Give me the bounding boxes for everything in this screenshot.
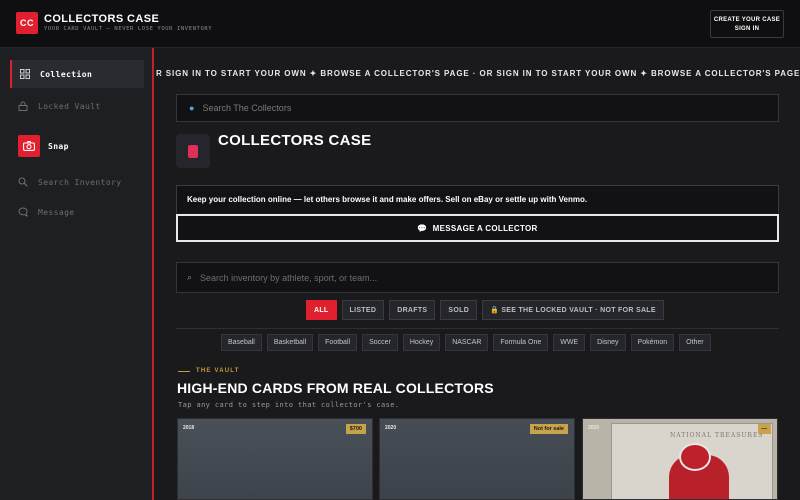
sport-filter-bar: Baseball Basketball Football Soccer Hock… bbox=[221, 334, 711, 351]
sport-other[interactable]: Other bbox=[679, 334, 711, 351]
sport-wwe[interactable]: WWE bbox=[553, 334, 586, 351]
card-icon bbox=[176, 134, 210, 168]
vault-title: HIGH-END CARDS FROM REAL COLLECTORS bbox=[177, 380, 494, 396]
sidebar-item-label: Message bbox=[38, 207, 75, 217]
brand-title: COLLECTORS CASE bbox=[44, 13, 160, 25]
sport-nascar[interactable]: NASCAR bbox=[445, 334, 489, 351]
announcement-ticker: R SIGN IN TO START YOUR OWN ✦ BROWSE A C… bbox=[156, 69, 800, 78]
price-badge: $700 bbox=[345, 424, 366, 434]
sidebar-item-collection[interactable]: Collection bbox=[10, 60, 144, 88]
vault-section-label: THE VAULT bbox=[178, 368, 240, 374]
sidebar-item-label: Collection bbox=[40, 69, 93, 79]
collector-search-placeholder: Search The Collectors bbox=[202, 103, 292, 113]
status-filter-bar: ALL LISTED DRAFTS SOLD 🔒 SEE THE LOCKED … bbox=[306, 300, 664, 320]
sport-basketball[interactable]: Basketball bbox=[266, 334, 314, 351]
brand-logo[interactable]: CC bbox=[16, 12, 38, 34]
sport-soccer[interactable]: Soccer bbox=[362, 334, 398, 351]
lock-icon bbox=[18, 101, 28, 111]
chat-icon bbox=[18, 207, 28, 217]
card-year: 2020 bbox=[385, 425, 397, 431]
sidebar: Collection Locked Vault Snap Search Inve… bbox=[0, 48, 154, 500]
message-collector-button[interactable]: 💬 MESSAGE A COLLECTOR bbox=[176, 214, 779, 242]
inventory-search-placeholder: Search inventory by athlete, sport, or t… bbox=[200, 272, 378, 283]
vault-card[interactable]: 2020 Not for sale bbox=[379, 418, 575, 500]
sidebar-item-label: Snap bbox=[48, 141, 69, 151]
create-case-label: CREATE YOUR CASE bbox=[713, 16, 781, 23]
search-icon: ⌕ bbox=[187, 272, 193, 282]
sport-pokemon[interactable]: Pokémon bbox=[630, 334, 675, 351]
sport-formula-one[interactable]: Formula One bbox=[493, 334, 549, 351]
message-collector-label: MESSAGE A COLLECTOR bbox=[432, 223, 538, 233]
vault-card[interactable]: NATIONAL TREASURES 2020 — bbox=[582, 418, 778, 500]
sidebar-item-snap[interactable]: Snap bbox=[10, 132, 144, 160]
sidebar-item-search-inventory[interactable]: Search Inventory bbox=[10, 168, 144, 196]
sign-in-label: SIGN IN bbox=[734, 25, 760, 32]
camera-icon bbox=[18, 135, 40, 157]
collection-description: Keep your collection online — let others… bbox=[176, 185, 779, 213]
price-badge: — bbox=[757, 424, 771, 434]
vault-label-text: THE VAULT bbox=[196, 368, 240, 374]
vault-card[interactable]: 2018 $700 bbox=[177, 418, 373, 500]
sport-football[interactable]: Football bbox=[318, 334, 358, 351]
filter-all[interactable]: ALL bbox=[306, 300, 337, 320]
player-helmet bbox=[679, 443, 711, 471]
sport-baseball[interactable]: Baseball bbox=[221, 334, 262, 351]
status-badge: Not for sale bbox=[529, 424, 568, 434]
card-year: 2020 bbox=[588, 425, 600, 431]
search-icon: ● bbox=[189, 103, 195, 113]
create-case-button[interactable]: CREATE YOUR CASE SIGN IN bbox=[710, 10, 784, 38]
sidebar-item-label: Locked Vault bbox=[38, 101, 101, 111]
chat-bubble-icon: 💬 bbox=[417, 223, 428, 233]
filter-locked-vault[interactable]: 🔒 SEE THE LOCKED VAULT · NOT FOR SALE bbox=[482, 300, 664, 320]
filter-drafts[interactable]: DRAFTS bbox=[389, 300, 436, 320]
sport-hockey[interactable]: Hockey bbox=[402, 334, 441, 351]
section-divider bbox=[176, 328, 779, 329]
filter-listed[interactable]: LISTED bbox=[341, 300, 385, 320]
card-brand-banner: NATIONAL TREASURES bbox=[670, 432, 764, 439]
sport-disney[interactable]: Disney bbox=[590, 334, 626, 351]
sidebar-item-locked-vault[interactable]: Locked Vault bbox=[10, 92, 144, 120]
collector-search-input[interactable]: ● Search The Collectors bbox=[176, 94, 779, 122]
sidebar-item-message[interactable]: Message bbox=[10, 198, 144, 226]
top-header: CC COLLECTORS CASE YOUR CARD VAULT — NEV… bbox=[0, 0, 800, 48]
inventory-search-input[interactable]: ⌕ Search inventory by athlete, sport, or… bbox=[176, 262, 779, 293]
filter-sold[interactable]: SOLD bbox=[440, 300, 478, 320]
brand-subtitle: YOUR CARD VAULT — NEVER LOSE YOUR INVENT… bbox=[44, 26, 213, 32]
vault-subtitle: Tap any card to step into that collector… bbox=[178, 401, 400, 409]
sidebar-item-label: Search Inventory bbox=[38, 177, 122, 187]
grid-icon bbox=[20, 69, 30, 79]
page-title: COLLECTORS CASE bbox=[218, 132, 372, 149]
search-icon bbox=[18, 177, 28, 187]
card-year: 2018 bbox=[183, 425, 195, 431]
